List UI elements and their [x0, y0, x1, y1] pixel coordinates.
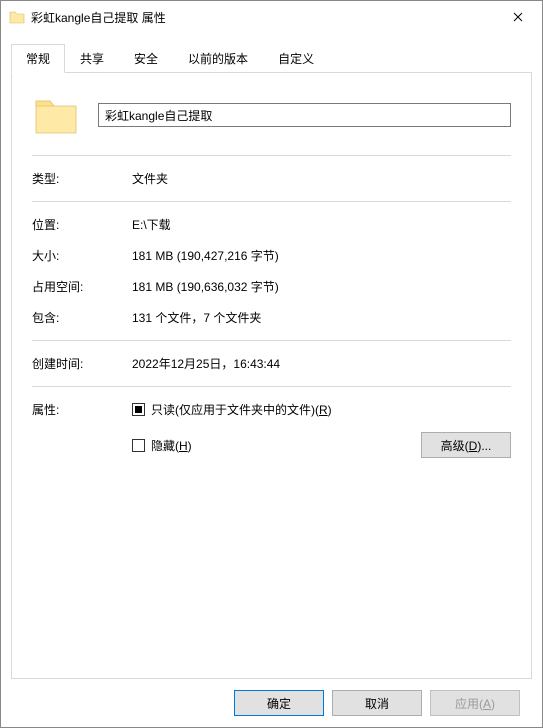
apply-button: 应用(A) [430, 690, 520, 716]
tab-security[interactable]: 安全 [119, 44, 173, 73]
separator [32, 340, 511, 341]
folder-name-input[interactable] [98, 103, 511, 127]
folder-large-icon [32, 91, 80, 139]
size-on-disk-label: 占用空间: [32, 278, 132, 295]
contains-label: 包含: [32, 309, 132, 326]
size-value: 181 MB (190,427,216 字节) [132, 247, 279, 264]
size-label: 大小: [32, 247, 132, 264]
titlebar: 彩虹kangle自己提取 属性 [1, 1, 542, 33]
close-button[interactable] [496, 2, 540, 32]
window-title: 彩虹kangle自己提取 属性 [31, 9, 496, 26]
location-label: 位置: [32, 216, 132, 233]
tab-custom[interactable]: 自定义 [263, 44, 329, 73]
content-area: 常规 共享 安全 以前的版本 自定义 [1, 33, 542, 727]
properties-dialog: 彩虹kangle自己提取 属性 常规 共享 安全 以前的版本 自定义 [0, 0, 543, 728]
readonly-label[interactable]: 只读(仅应用于文件夹中的文件)(R) [151, 401, 332, 418]
separator [32, 201, 511, 202]
advanced-button[interactable]: 高级(D)... [421, 432, 511, 458]
contains-value: 131 个文件，7 个文件夹 [132, 309, 261, 326]
size-on-disk-value: 181 MB (190,636,032 字节) [132, 278, 279, 295]
dialog-footer: 确定 取消 应用(A) [11, 679, 532, 727]
tab-share[interactable]: 共享 [65, 44, 119, 73]
ok-button[interactable]: 确定 [234, 690, 324, 716]
tab-general[interactable]: 常规 [11, 44, 65, 73]
hidden-checkbox[interactable] [132, 439, 145, 452]
tab-row: 常规 共享 安全 以前的版本 自定义 [11, 43, 532, 72]
location-value: E:\下载 [132, 216, 171, 233]
attributes-label: 属性: [32, 401, 132, 458]
folder-icon [9, 9, 25, 25]
tab-previous-versions[interactable]: 以前的版本 [173, 44, 263, 73]
readonly-checkbox[interactable] [132, 403, 145, 416]
created-label: 创建时间: [32, 355, 132, 372]
separator [32, 155, 511, 156]
type-value: 文件夹 [132, 170, 168, 187]
separator [32, 386, 511, 387]
tab-panel-general: 类型: 文件夹 位置: E:\下载 大小: 181 MB (190,427,21… [11, 72, 532, 679]
type-label: 类型: [32, 170, 132, 187]
created-value: 2022年12月25日，16:43:44 [132, 355, 280, 372]
hidden-label[interactable]: 隐藏(H) [151, 437, 192, 454]
cancel-button[interactable]: 取消 [332, 690, 422, 716]
